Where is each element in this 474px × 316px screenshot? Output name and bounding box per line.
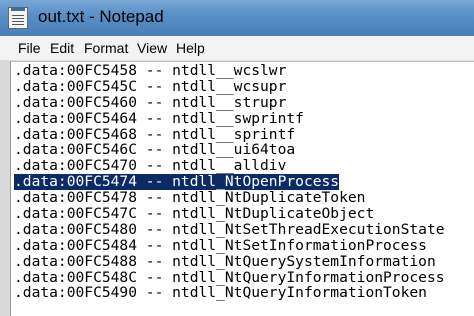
text-editor[interactable]: .data:00FC5458 -- ntdll__wcslwr .data:00… (10, 61, 474, 316)
text-line: .data:00FC547C -- ntdll_NtDuplicateObjec… (14, 205, 375, 223)
text-line: .data:00FC5468 -- ntdll__sprintf (14, 125, 296, 143)
text-line: .data:00FC5458 -- ntdll__wcslwr (14, 62, 287, 79)
window-title: out.txt - Notepad (38, 7, 164, 26)
text-line: .data:00FC5470 -- ntdll__alldiv (14, 157, 287, 175)
text-line: .data:00FC5480 -- ntdll_NtSetThreadExecu… (14, 220, 445, 238)
menu-bar: File Edit Format View Help (0, 36, 474, 61)
text-lines: .data:00FC5458 -- ntdll__wcslwr .data:00… (14, 62, 445, 302)
text-line: .data:00FC546C -- ntdll__ui64toa (14, 141, 296, 159)
menu-format[interactable]: Format (84, 40, 128, 56)
selected-text-line: .data:00FC5474 -- ntdll_NtOpenProcess (14, 173, 340, 191)
text-line: .data:00FC5484 -- ntdll_NtSetInformation… (14, 236, 427, 254)
text-line: .data:00FC545C -- ntdll__wcsupr (14, 77, 287, 95)
text-line: .data:00FC5488 -- ntdll_NtQuerySystemInf… (14, 252, 436, 270)
notepad-icon[interactable] (8, 7, 28, 29)
menu-edit[interactable]: Edit (50, 40, 74, 56)
menu-view[interactable]: View (137, 40, 167, 56)
text-line: .data:00FC5460 -- ntdll__strupr (14, 93, 287, 111)
title-bar[interactable]: out.txt - Notepad (0, 0, 474, 37)
menu-file[interactable]: File (18, 40, 41, 56)
text-line: .data:00FC5464 -- ntdll__swprintf (14, 109, 304, 127)
menu-help[interactable]: Help (176, 40, 205, 56)
text-line: .data:00FC5490 -- ntdll_NtQueryInformati… (14, 284, 427, 302)
text-line: .data:00FC5478 -- ntdll_NtDuplicateToken (14, 189, 366, 207)
text-line: .data:00FC548C -- ntdll_NtQueryInformati… (14, 268, 445, 286)
